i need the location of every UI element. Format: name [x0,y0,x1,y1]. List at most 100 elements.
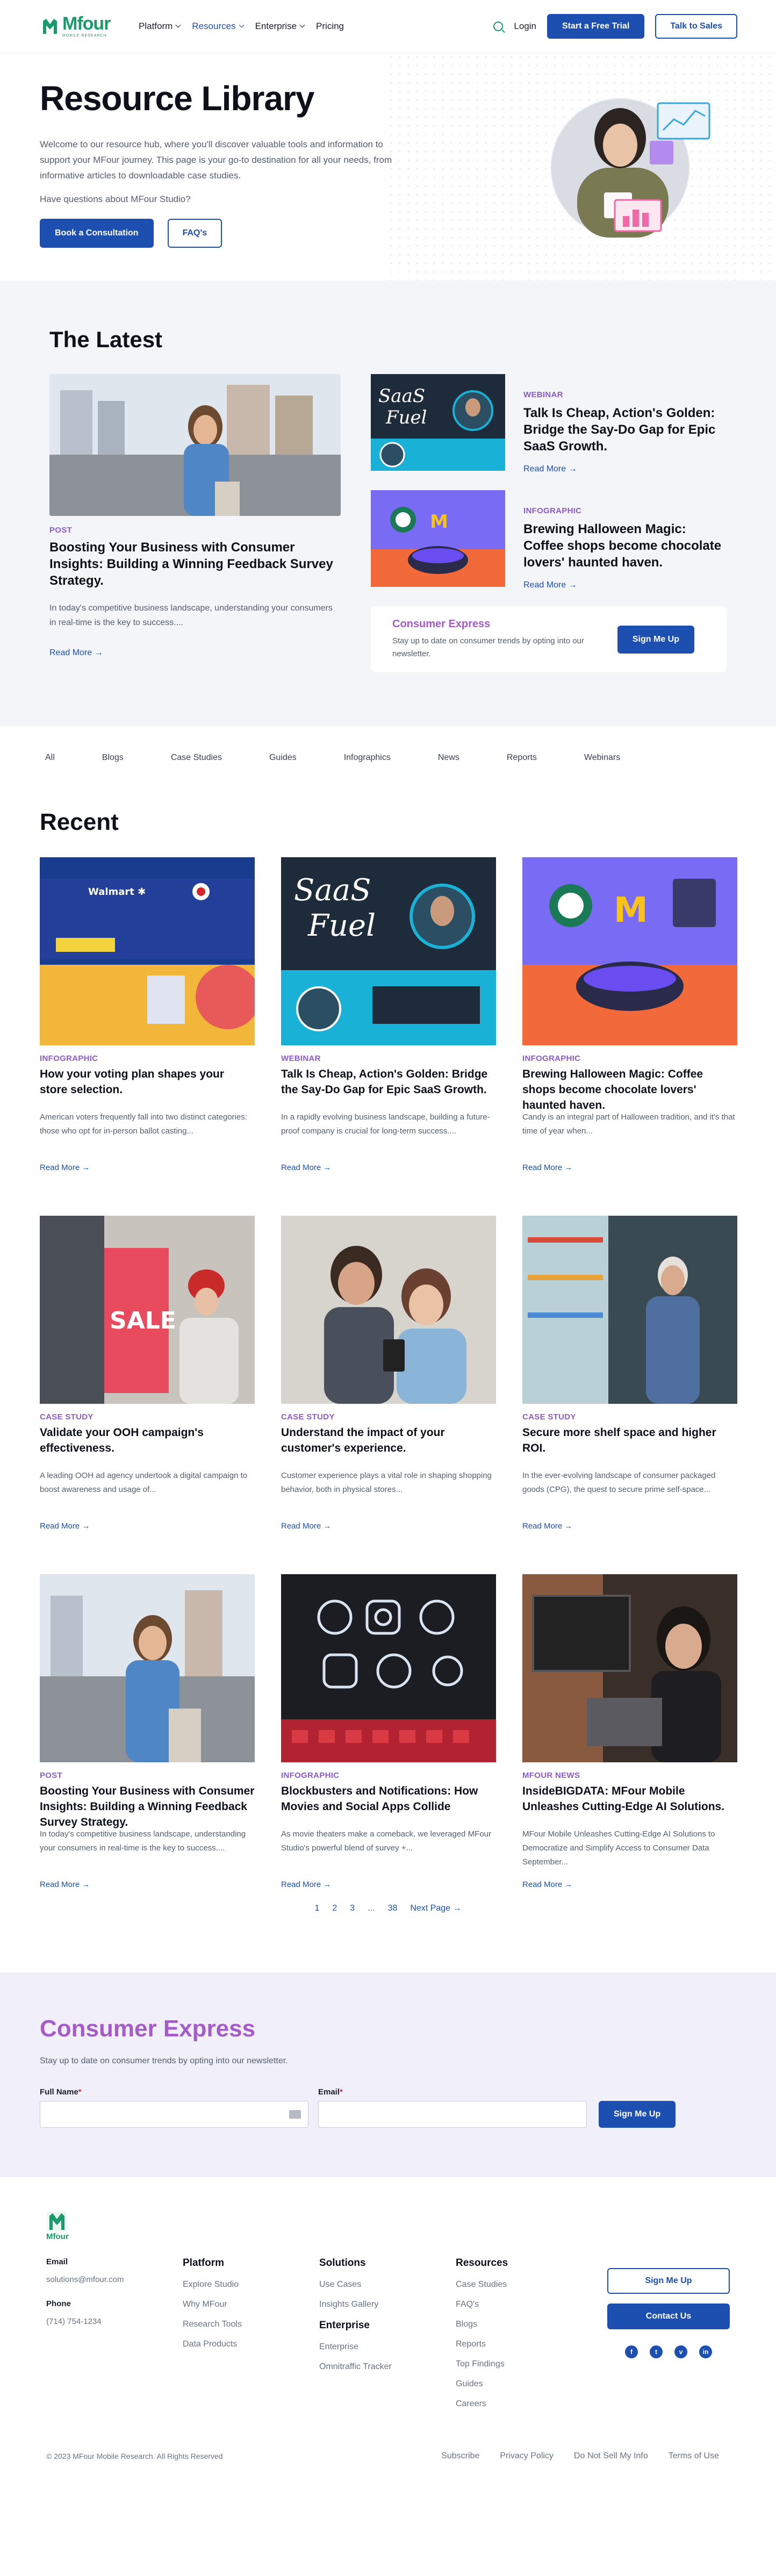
filter-webinars[interactable]: Webinars [584,753,620,763]
footer-link[interactable]: Data Products [183,2334,319,2354]
footer-contact-button[interactable]: Contact Us [607,2304,730,2329]
menu-pricing[interactable]: Pricing [316,21,344,32]
card-read-more[interactable]: Read More → [40,1880,90,1889]
featured-post[interactable]: POST Boosting Your Business with Consume… [49,374,341,672]
mfour-logo[interactable]: Mfour MOBILE RESEARCH [42,15,123,38]
filter-reports[interactable]: Reports [507,753,537,763]
resource-card[interactable]: POST Boosting Your Business with Consume… [40,1574,255,1890]
card-read-more[interactable]: Read More → [40,1163,90,1172]
card-read-more[interactable]: Read More → [522,1163,572,1172]
footer-link[interactable]: Research Tools [183,2314,319,2334]
card-title[interactable]: Validate your OOH campaign's effectivene… [40,1425,255,1456]
card-excerpt: Candy is an integral part of Halloween t… [522,1113,735,1136]
card-tag: CASE STUDY [522,1412,576,1422]
footer-sign-up-button[interactable]: Sign Me Up [607,2268,730,2294]
card-title[interactable]: Brewing Halloween Magic: Coffee shops be… [522,1066,737,1111]
site-footer: Mfour Email solutions@mfour.com Phone (7… [0,2177,776,2482]
card-read-more[interactable]: Read More → [522,1522,572,1531]
footer-link[interactable]: Blogs [456,2314,592,2334]
filter-blogs[interactable]: Blogs [102,753,124,763]
newsletter-sign-up-button[interactable]: Sign Me Up [599,2101,676,2128]
card-read-more[interactable]: Read More → [522,1880,572,1889]
footer-link[interactable]: Case Studies [456,2274,592,2294]
menu-platform[interactable]: Platform [139,21,181,32]
card-title[interactable]: Boosting Your Business with Consumer Ins… [40,1783,255,1828]
resource-card[interactable]: SALE CASE STUDY Validate your OOH campai… [40,1216,255,1531]
mfour-logo-mark-icon [43,18,57,34]
talk-to-sales-button[interactable]: Talk to Sales [655,13,737,39]
menu-enterprise[interactable]: Enterprise [255,21,305,32]
search-icon[interactable] [493,21,504,31]
side-item-read-more[interactable]: Read More → [523,464,577,474]
copyright-text: © 2023 MFour Mobile Research. All Rights… [46,2452,223,2460]
card-title[interactable]: Understand the impact of your customer's… [281,1425,496,1456]
footer-link[interactable]: Explore Studio [183,2274,319,2294]
email-label: Email* [318,2087,343,2097]
filter-infographics[interactable]: Infographics [344,753,391,763]
footer-link[interactable]: Reports [456,2334,592,2354]
footer-link[interactable]: Why MFour [183,2294,319,2314]
do-not-sell-link[interactable]: Do Not Sell My Info [574,2451,648,2461]
footer-link[interactable]: FAQ's [456,2294,592,2314]
card-title[interactable]: Secure more shelf space and higher ROI. [522,1425,737,1456]
email-input[interactable] [318,2101,587,2128]
card-title[interactable]: InsideBIGDATA: MFour Mobile Unleashes Cu… [522,1783,737,1814]
resource-card[interactable]: INFOGRAPHIC Blockbusters and Notificatio… [281,1574,496,1890]
resource-card[interactable]: CASE STUDY Secure more shelf space and h… [522,1216,737,1531]
featured-post-read-more[interactable]: Read More → [49,648,103,658]
resource-card[interactable]: M INFOGRAPHIC Brewing Halloween Magic: C… [522,857,737,1173]
filter-guides[interactable]: Guides [269,753,297,763]
twitter-icon[interactable]: t [650,2345,663,2358]
vimeo-icon[interactable]: v [674,2345,687,2358]
footer-logo[interactable]: Mfour [46,2211,730,2241]
facebook-icon[interactable]: f [625,2345,638,2358]
card-read-more[interactable]: Read More → [281,1163,331,1172]
footer-link[interactable]: Omnitraffic Tracker [319,2357,456,2377]
footer-link[interactable]: Top Findings [456,2354,592,2374]
login-link[interactable]: Login [514,21,536,32]
privacy-policy-link[interactable]: Privacy Policy [500,2451,554,2461]
latest-side-item[interactable]: SaaS Fuel WEBINAR Talk Is Cheap, Action'… [371,374,727,474]
filter-all[interactable]: All [45,753,55,763]
subscribe-link[interactable]: Subscribe [441,2451,479,2461]
resource-card[interactable]: SaaS Fuel WEBINAR Talk Is Cheap, Action's… [281,857,496,1173]
footer-link[interactable]: Use Cases [319,2274,456,2294]
start-free-trial-button[interactable]: Start a Free Trial [547,13,645,39]
full-name-input[interactable] [40,2101,308,2128]
footer-enterprise-heading: Enterprise [319,2320,370,2331]
terms-of-use-link[interactable]: Terms of Use [669,2451,719,2461]
faq-button[interactable]: FAQ's [167,219,222,248]
footer-phone-link[interactable]: (714) 754-1234 [46,2317,183,2326]
promo-sign-up-button[interactable]: Sign Me Up [617,625,694,654]
linkedin-icon[interactable]: in [699,2345,712,2358]
card-title[interactable]: How your voting plan shapes your store s… [40,1066,255,1097]
card-read-more[interactable]: Read More → [281,1880,331,1889]
page-1-link[interactable]: 1 [314,1904,319,1913]
footer-link[interactable]: Guides [456,2374,592,2394]
resource-card[interactable]: Walmart ✱ INFOGRAPHIC How your voting pl… [40,857,255,1173]
resource-card[interactable]: CASE STUDY Understand the impact of your… [281,1216,496,1531]
book-consultation-button[interactable]: Book a Consultation [40,219,154,248]
card-title[interactable]: Talk Is Cheap, Action's Golden: Bridge t… [281,1066,496,1097]
card-read-more[interactable]: Read More → [281,1522,331,1531]
filter-case-studies[interactable]: Case Studies [171,753,222,763]
page-3-link[interactable]: 3 [350,1904,355,1913]
side-item-title[interactable]: Talk Is Cheap, Action's Golden: Bridge t… [523,405,727,455]
latest-side-item[interactable]: M INFOGRAPHIC Brewing Halloween Magic: C… [371,490,727,590]
menu-resources[interactable]: Resources [192,21,245,32]
footer-link[interactable]: Insights Gallery [319,2294,456,2314]
page-2-link[interactable]: 2 [332,1904,337,1913]
filter-news[interactable]: News [438,753,459,763]
side-item-title[interactable]: Brewing Halloween Magic: Coffee shops be… [523,521,727,571]
next-page-link[interactable]: Next Page → [410,1904,461,1913]
footer-link[interactable]: Careers [456,2394,592,2414]
featured-post-title[interactable]: Boosting Your Business with Consumer Ins… [49,539,341,589]
side-item-read-more[interactable]: Read More → [523,580,577,590]
resource-card[interactable]: MFOUR NEWS InsideBIGDATA: MFour Mobile U… [522,1574,737,1890]
footer-link[interactable]: Enterprise [319,2337,456,2357]
card-tag: MFOUR NEWS [522,1771,580,1780]
card-title[interactable]: Blockbusters and Notifications: How Movi… [281,1783,496,1814]
page-38-link[interactable]: 38 [388,1904,398,1913]
footer-email-link[interactable]: solutions@mfour.com [46,2275,183,2284]
card-read-more[interactable]: Read More → [40,1522,90,1531]
